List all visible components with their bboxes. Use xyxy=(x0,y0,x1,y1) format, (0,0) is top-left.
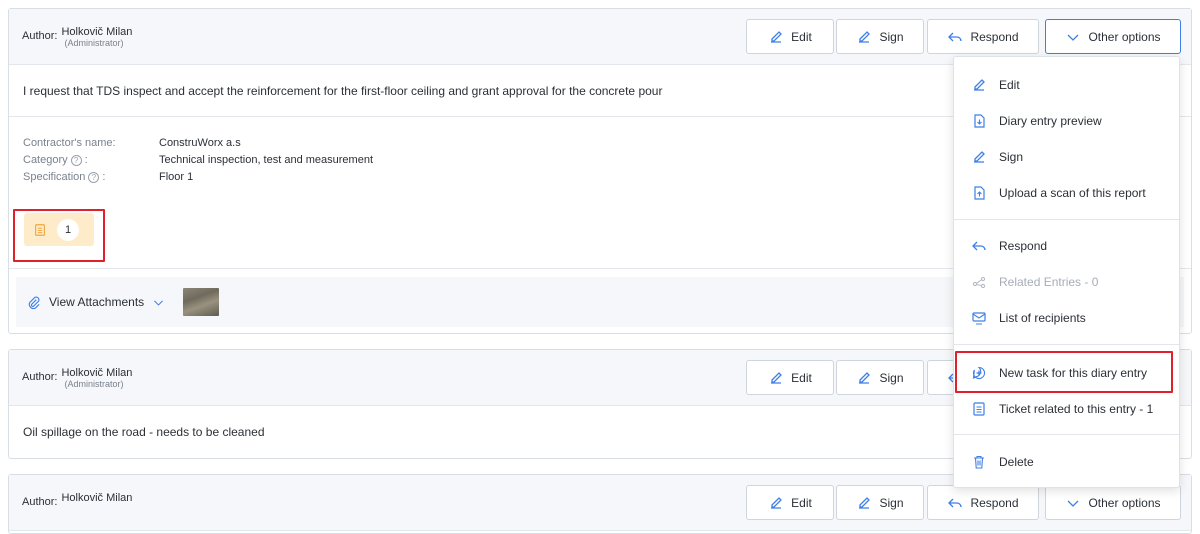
detail-value: Floor 1 xyxy=(159,171,194,183)
edit-button[interactable]: Edit xyxy=(746,485,834,520)
edit-button[interactable]: Edit xyxy=(746,19,834,54)
other-options-button[interactable]: Other options xyxy=(1045,19,1181,54)
edit-icon xyxy=(771,30,783,43)
ticket-icon xyxy=(973,402,985,416)
other-options-button[interactable]: Other options xyxy=(1045,485,1181,520)
author-name: Holkovič Milan xyxy=(61,367,133,379)
menu-divider xyxy=(954,219,1179,220)
edit-icon xyxy=(974,79,985,91)
menu-item-edit[interactable]: Edit xyxy=(954,67,1179,103)
ticket-badge[interactable]: 1 xyxy=(24,213,94,246)
edit-button-label: Edit xyxy=(791,29,812,44)
trash-icon xyxy=(974,455,984,469)
author-label: Author: xyxy=(22,496,58,508)
menu-divider xyxy=(954,344,1179,345)
view-attachments-link[interactable]: View Attachments xyxy=(49,295,144,309)
other-options-label: Other options xyxy=(1088,29,1161,44)
sign-button[interactable]: Sign xyxy=(836,360,924,395)
related-icon xyxy=(972,276,986,289)
reply-icon xyxy=(972,241,986,251)
other-options-label: Other options xyxy=(1088,495,1161,510)
detail-label-text: Category xyxy=(23,154,68,166)
recipients-icon xyxy=(972,312,986,325)
detail-colon: : xyxy=(84,154,88,166)
author-name: Holkovič Milan xyxy=(61,26,133,38)
detail-colon: : xyxy=(102,171,106,183)
menu-item-sign[interactable]: Sign xyxy=(954,139,1179,175)
other-options-menu: Edit Diary entry preview Sign Upload a s… xyxy=(953,56,1180,488)
sign-button[interactable]: Sign xyxy=(836,485,924,520)
menu-item-label: New task for this diary entry xyxy=(999,366,1148,380)
sign-icon xyxy=(859,371,871,384)
help-icon[interactable]: ? xyxy=(70,155,82,166)
menu-item-related-entries: Related Entries - 0 xyxy=(954,264,1179,300)
help-icon[interactable]: ? xyxy=(88,172,100,183)
file-download-icon xyxy=(974,114,985,128)
detail-label: Contractor's name: xyxy=(23,137,116,149)
menu-item-label: Delete xyxy=(999,455,1034,469)
detail-value: ConstruWorx a.s xyxy=(159,137,241,149)
menu-item-upload-scan[interactable]: Upload a scan of this report xyxy=(954,175,1179,211)
author-block: Author: Holkovič Milan (Administrator) xyxy=(22,367,132,389)
respond-button-label: Respond xyxy=(970,29,1019,44)
menu-item-label: List of recipients xyxy=(999,311,1086,325)
ticket-icon xyxy=(35,223,45,236)
add-task-icon xyxy=(972,366,985,380)
edit-icon xyxy=(771,496,783,509)
menu-item-new-task[interactable]: New task for this diary entry xyxy=(954,355,1179,391)
menu-item-label: Upload a scan of this report xyxy=(999,186,1146,200)
menu-divider xyxy=(954,434,1179,435)
respond-button[interactable]: Respond xyxy=(927,485,1039,520)
detail-label: Specification?: xyxy=(23,169,159,186)
menu-item-label: Ticket related to this entry - 1 xyxy=(999,402,1154,416)
detail-label: Category?: xyxy=(23,152,159,169)
edit-button-label: Edit xyxy=(791,495,812,510)
author-name: Holkovič Milan xyxy=(61,492,133,504)
sign-button-label: Sign xyxy=(879,370,904,385)
menu-item-label: Diary entry preview xyxy=(999,114,1102,128)
respond-button-label: Respond xyxy=(970,495,1019,510)
menu-item-list-of-recipients[interactable]: List of recipients xyxy=(954,300,1179,336)
chevron-down-icon xyxy=(1068,34,1079,41)
author-label: Author: xyxy=(22,30,58,42)
menu-item-diary-entry-preview[interactable]: Diary entry preview xyxy=(954,103,1179,139)
paperclip-icon xyxy=(28,296,40,309)
file-upload-icon xyxy=(974,186,985,200)
attachment-thumbnail[interactable] xyxy=(183,288,220,316)
menu-item-label: Respond xyxy=(999,239,1048,253)
menu-item-label: Sign xyxy=(999,150,1024,164)
edit-button[interactable]: Edit xyxy=(746,360,834,395)
edit-icon xyxy=(771,371,783,384)
sign-button[interactable]: Sign xyxy=(836,19,924,54)
menu-item-ticket-related[interactable]: Ticket related to this entry - 1 xyxy=(954,391,1179,427)
ticket-count: 1 xyxy=(57,218,79,241)
sign-icon xyxy=(859,30,871,43)
sign-button-label: Sign xyxy=(879,495,904,510)
chevron-down-icon xyxy=(1068,500,1079,507)
chevron-down-icon[interactable] xyxy=(152,296,165,309)
detail-value: Technical inspection, test and measureme… xyxy=(159,154,374,166)
author-block: Author: Holkovič Milan (Administrator) xyxy=(22,26,132,48)
edit-button-label: Edit xyxy=(791,370,812,385)
sign-button-label: Sign xyxy=(879,29,904,44)
sign-icon xyxy=(974,151,985,163)
sign-icon xyxy=(859,496,871,509)
menu-item-label: Related Entries - 0 xyxy=(999,275,1099,289)
menu-item-delete[interactable]: Delete xyxy=(954,444,1179,480)
respond-button[interactable]: Respond xyxy=(927,19,1039,54)
reply-icon xyxy=(948,498,963,507)
detail-label-text: Specification xyxy=(23,171,86,183)
author-role: (Administrator) xyxy=(64,38,124,48)
reply-icon xyxy=(948,32,963,41)
author-label: Author: xyxy=(22,371,58,383)
author-block: Author: Holkovič Milan xyxy=(22,492,132,508)
author-role: (Administrator) xyxy=(64,379,124,389)
menu-item-respond[interactable]: Respond xyxy=(954,228,1179,264)
menu-item-label: Edit xyxy=(999,78,1020,92)
